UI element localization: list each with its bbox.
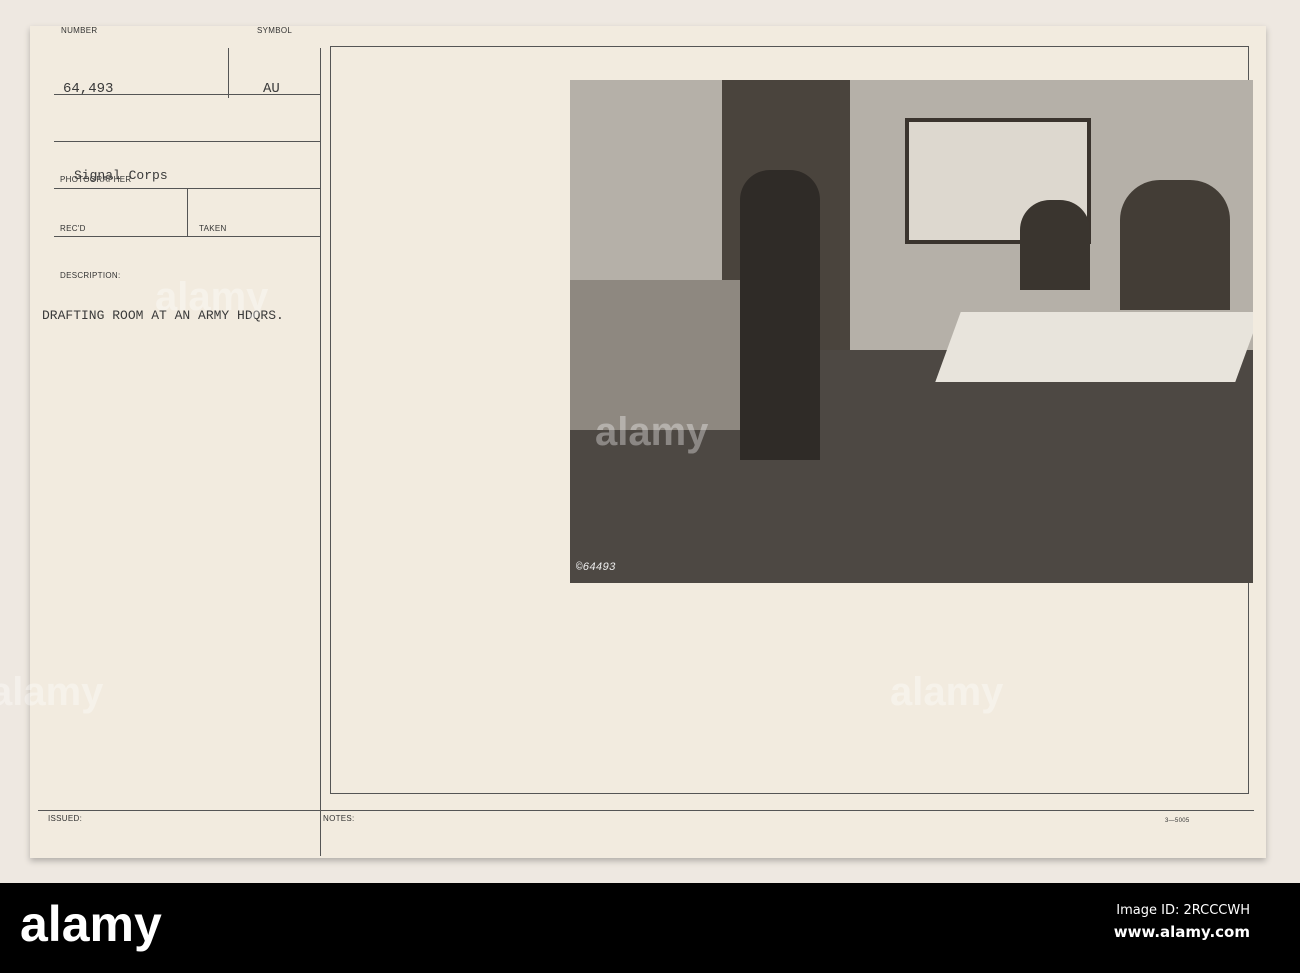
watermark: alamy [0,670,104,714]
photo-number: ©64493 [576,562,616,574]
taken-label: TAKEN [199,224,227,233]
watermark: alamy [155,275,269,319]
description-label: DESCRIPTION: [60,271,121,280]
photographer-value: Signal Corps [74,168,168,183]
image-id: Image ID: 2RCCCWH [1116,903,1250,918]
notes-label: NOTES: [323,814,355,823]
symbol-label: SYMBOL [257,26,293,35]
alamy-logo: alamy [20,896,162,952]
footer-bar: alamy Image ID: 2RCCCWH www.alamy.com [0,883,1300,973]
watermark: alamy [890,670,1004,714]
archival-photo: ©64493 [570,80,1253,583]
number-label: NUMBER [61,26,98,35]
issued-label: ISSUED: [48,814,83,823]
watermark: alamy [595,410,709,454]
recd-label: REC'D [60,224,86,233]
site-url[interactable]: www.alamy.com [1114,923,1250,941]
form-number: 3—5005 [1165,818,1190,824]
